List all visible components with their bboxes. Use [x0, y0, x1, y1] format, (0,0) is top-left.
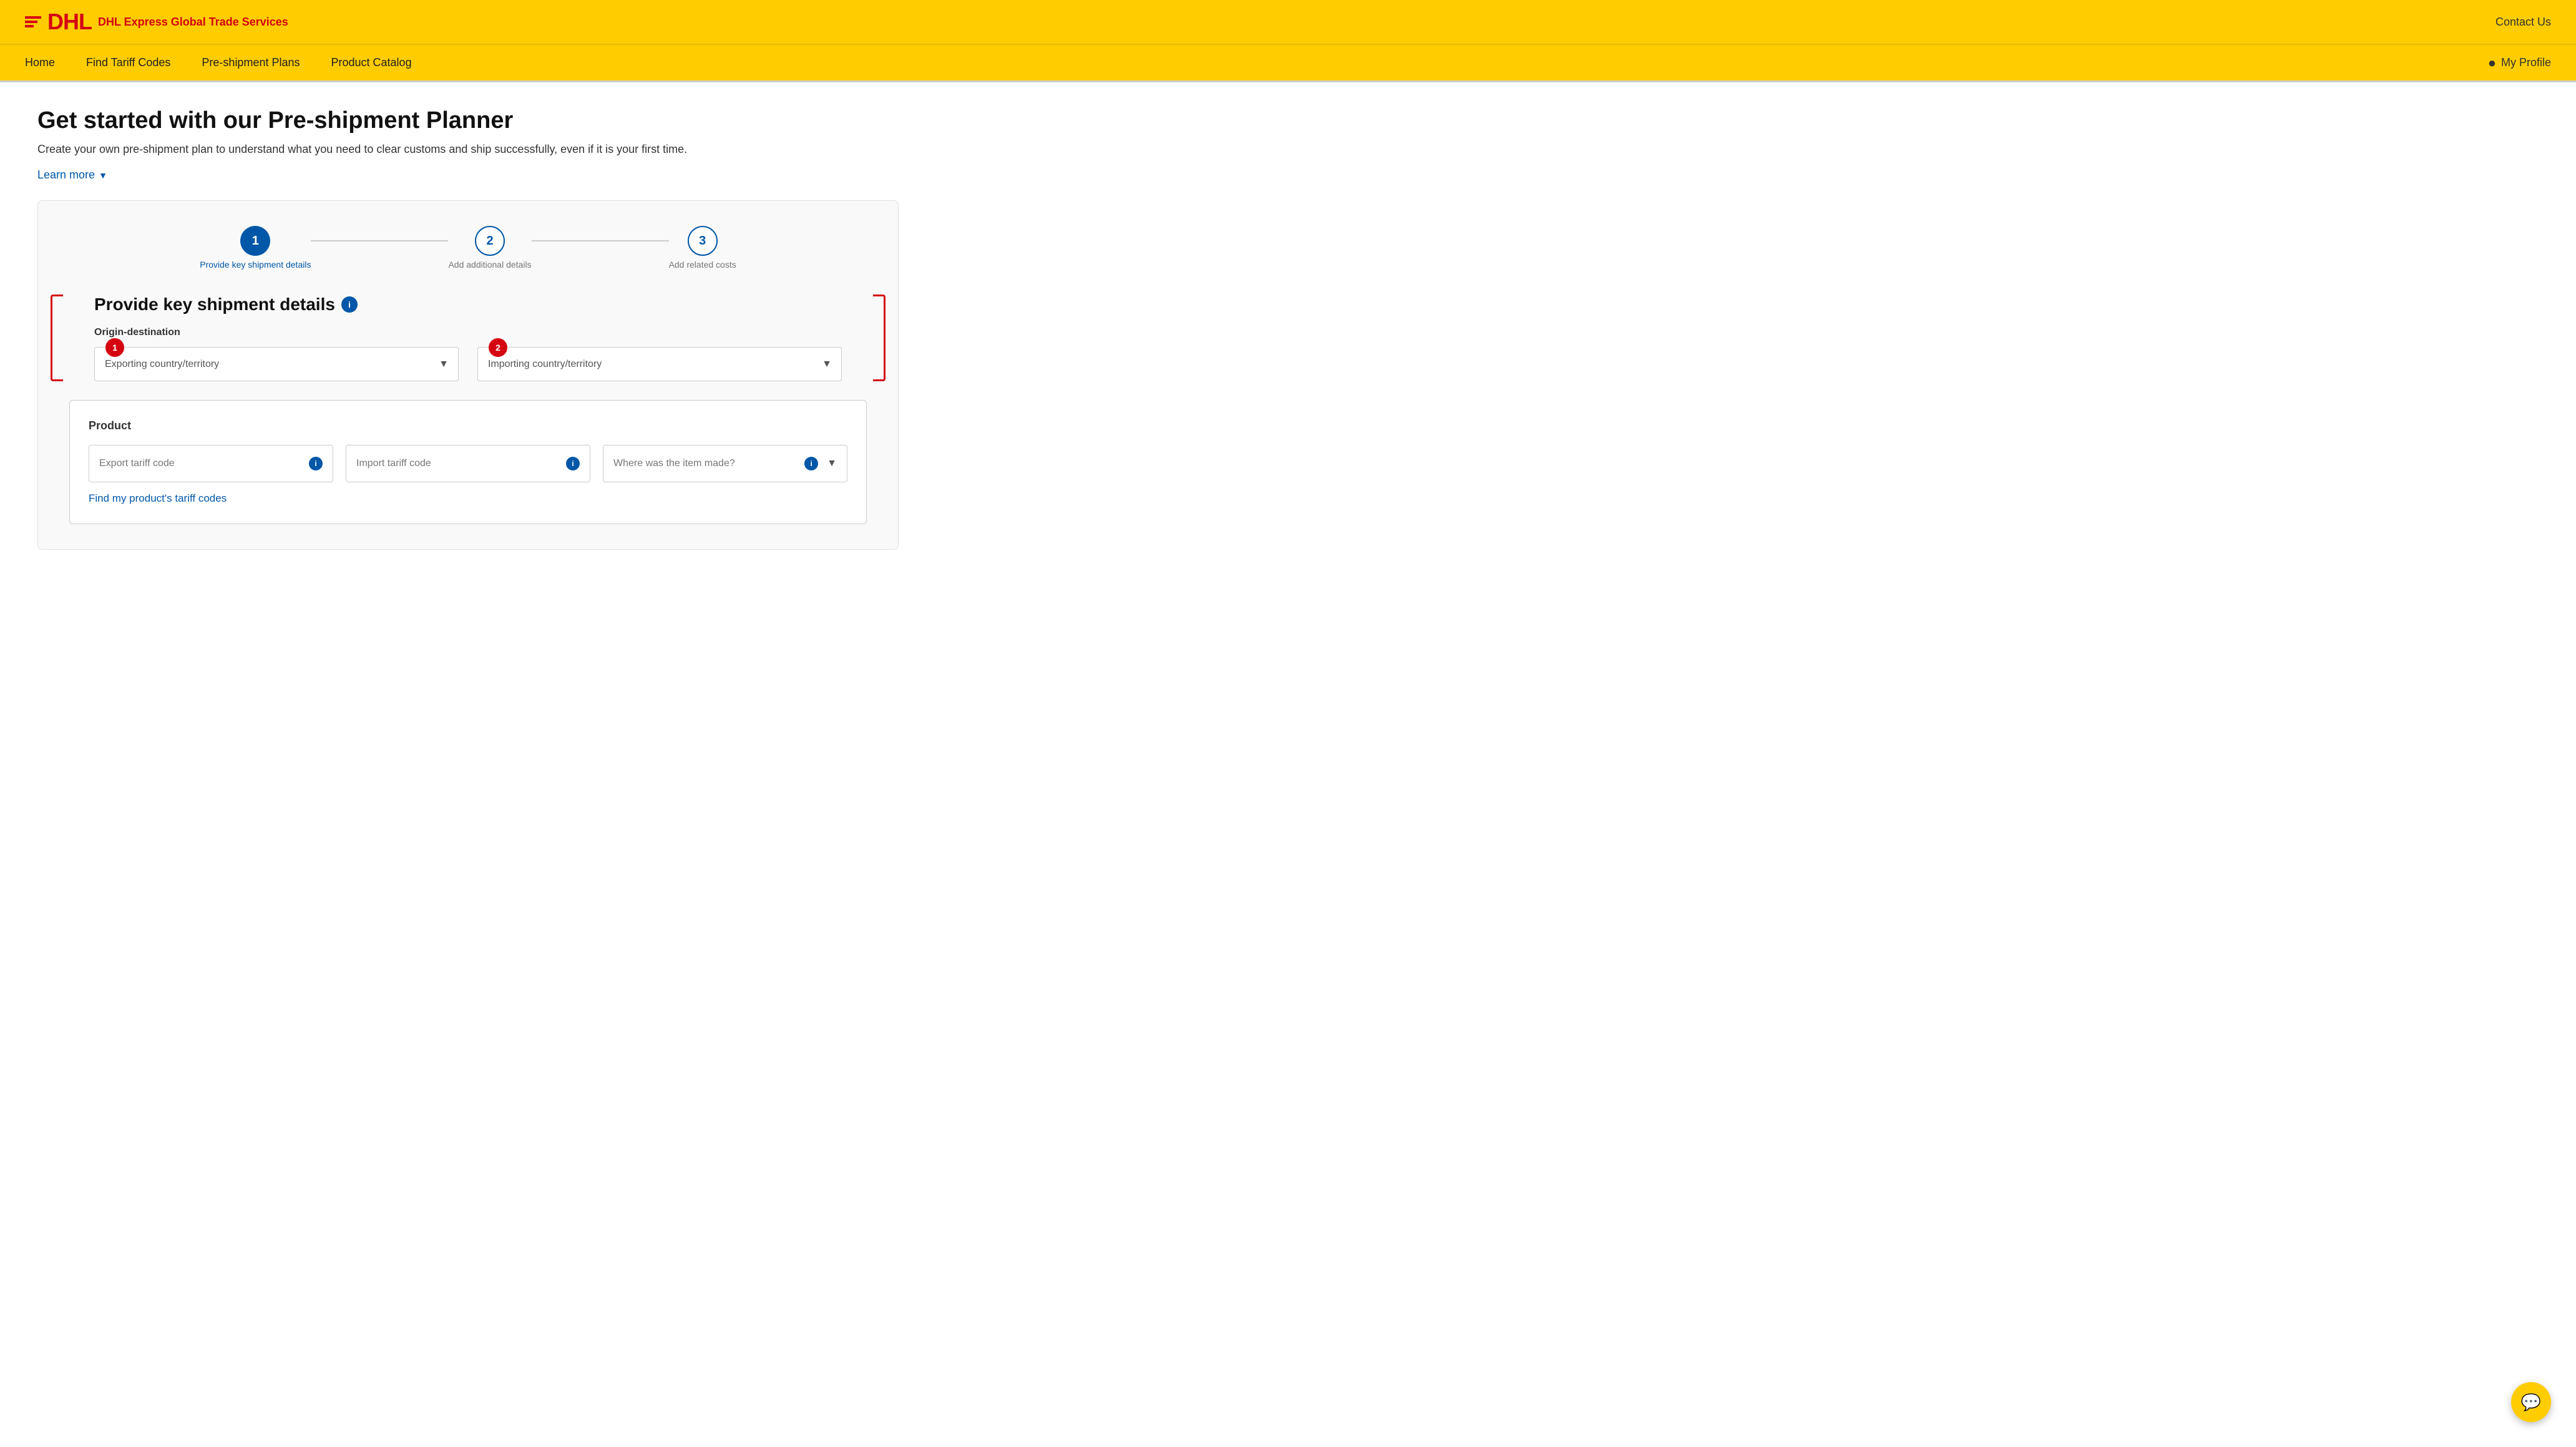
step-2: 2 Add additional details: [448, 226, 531, 270]
section-info-icon[interactable]: i: [341, 296, 358, 313]
nav-product-catalog[interactable]: Product Catalog: [331, 56, 412, 69]
export-tariff-info-icon[interactable]: i: [309, 457, 323, 470]
import-tariff-field: Import tariff code i: [346, 445, 590, 482]
export-tariff-field: Export tariff code i: [89, 445, 333, 482]
item-made-label: Where was the item made?: [613, 458, 799, 469]
bracket-left: [51, 295, 63, 381]
stripe-2: [25, 21, 37, 23]
step-3-label: Add related costs: [669, 260, 736, 270]
logo-area: DHL DHL Express Global Trade Services: [25, 11, 288, 33]
product-fields-row: Export tariff code i Import tariff code …: [89, 445, 847, 482]
nav-bar: Home Find Tariff Codes Pre-shipment Plan…: [0, 45, 2576, 82]
bracket-right: [873, 295, 886, 381]
section-title-row: Provide key shipment details i: [94, 295, 842, 314]
step-2-circle: 2: [475, 226, 505, 256]
profile-label: My Profile: [2501, 56, 2551, 69]
chat-icon: 💬: [2521, 1393, 2541, 1412]
page-subtitle: Create your own pre-shipment plan to und…: [37, 143, 899, 156]
export-tariff-label: Export tariff code: [99, 458, 304, 469]
step-line-2: [532, 240, 669, 241]
import-tariff-label: Import tariff code: [356, 458, 561, 469]
dhl-logo: DHL: [25, 11, 92, 33]
import-badge: 2: [489, 338, 507, 357]
main-content: Get started with our Pre-shipment Planne…: [0, 82, 936, 575]
step-1: 1 Provide key shipment details: [200, 226, 311, 270]
step-3-circle: 3: [688, 226, 718, 256]
export-tariff-wrapper: Export tariff code i: [89, 445, 333, 482]
export-badge: 1: [105, 338, 124, 357]
step-1-label: Provide key shipment details: [200, 260, 311, 270]
export-dropdown-wrapper: 1 Exporting country/territory ▼: [94, 347, 459, 381]
nav-preshipment-plans[interactable]: Pre-shipment Plans: [202, 56, 300, 69]
profile-icon: ●: [2488, 55, 2496, 71]
item-made-info-icon[interactable]: i: [804, 457, 818, 470]
stripe-3: [25, 25, 34, 27]
import-country-select[interactable]: Importing country/territory: [477, 347, 842, 381]
top-bar: DHL DHL Express Global Trade Services Co…: [0, 0, 2576, 45]
dhl-letters: DHL: [47, 11, 92, 33]
product-box: Product Export tariff code i Import tari…: [69, 400, 867, 524]
nav-links: Home Find Tariff Codes Pre-shipment Plan…: [25, 56, 412, 69]
page-title: Get started with our Pre-shipment Planne…: [37, 107, 899, 134]
form-section: Provide key shipment details i Origin-de…: [69, 295, 867, 381]
stripe-1: [25, 16, 41, 19]
step-3: 3 Add related costs: [669, 226, 736, 270]
step-line-1: [311, 240, 448, 241]
nav-find-tariff-codes[interactable]: Find Tariff Codes: [86, 56, 170, 69]
dhl-stripes-icon: [25, 16, 41, 27]
chevron-down-icon: ▼: [99, 170, 107, 180]
item-made-field: Where was the item made? i ▼: [603, 445, 847, 482]
export-country-select[interactable]: Exporting country/territory: [94, 347, 459, 381]
import-tariff-wrapper: Import tariff code i: [346, 445, 590, 482]
import-dropdown-wrapper: 2 Importing country/territory ▼: [477, 347, 842, 381]
my-profile-link[interactable]: ● My Profile: [2488, 55, 2551, 71]
chat-button[interactable]: 💬: [2511, 1382, 2551, 1422]
step-container: 1 Provide key shipment details 2 Add add…: [37, 200, 899, 550]
dropdowns-row: 1 Exporting country/territory ▼ 2 Import…: [94, 347, 842, 381]
nav-home[interactable]: Home: [25, 56, 55, 69]
section-heading: Provide key shipment details: [94, 295, 335, 314]
step-2-label: Add additional details: [448, 260, 531, 270]
origin-label: Origin-destination: [94, 327, 842, 338]
product-title: Product: [89, 419, 847, 432]
step-1-circle: 1: [240, 226, 270, 256]
brand-name: DHL Express Global Trade Services: [98, 16, 288, 29]
learn-more-text: Learn more: [37, 168, 95, 182]
item-made-wrapper: Where was the item made? i ▼: [603, 445, 847, 482]
stepper: 1 Provide key shipment details 2 Add add…: [69, 226, 867, 270]
item-made-arrow-icon: ▼: [827, 458, 837, 469]
contact-us-link[interactable]: Contact Us: [2496, 16, 2551, 29]
import-tariff-info-icon[interactable]: i: [566, 457, 580, 470]
learn-more-link[interactable]: Learn more ▼: [37, 168, 899, 182]
find-tariff-codes-link[interactable]: Find my product's tariff codes: [89, 492, 227, 504]
